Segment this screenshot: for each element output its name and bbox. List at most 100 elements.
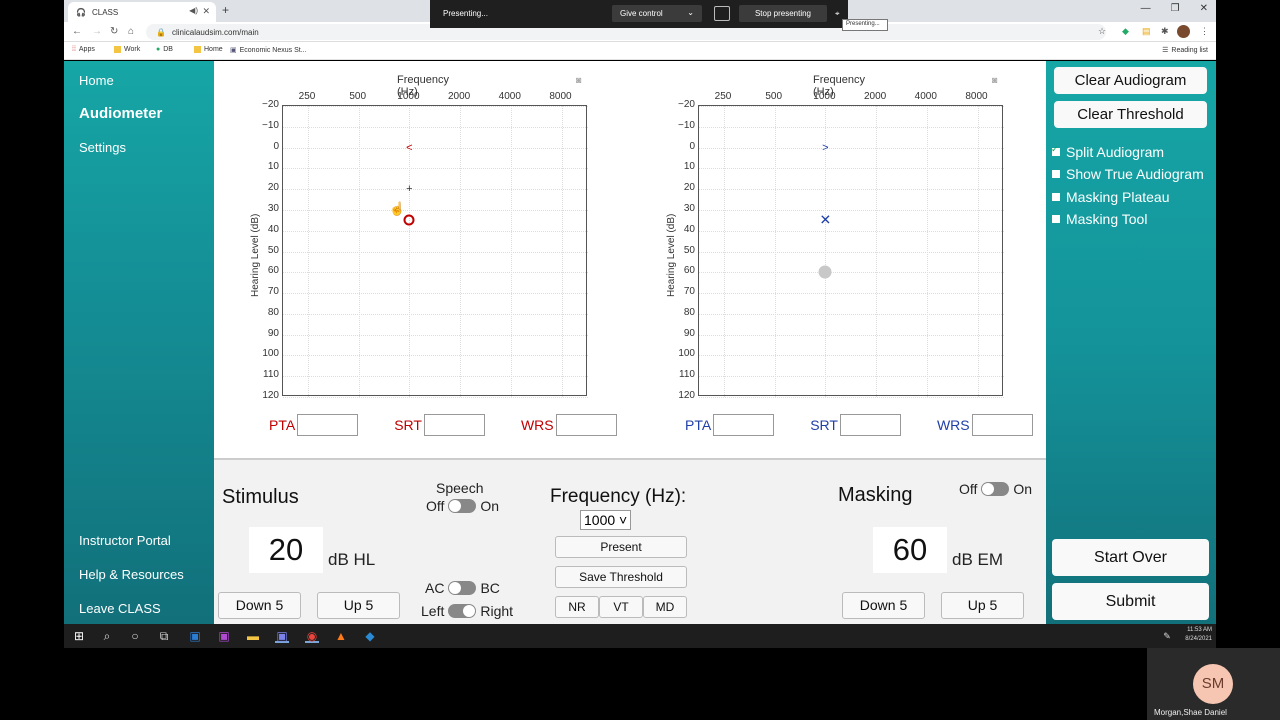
frequency-selected: 1000 — [584, 512, 616, 528]
sidebar-item-home[interactable]: Home — [79, 73, 114, 88]
vt-button[interactable]: VT — [599, 596, 643, 618]
sidebar-item-audiometer[interactable]: Audiometer — [79, 105, 162, 122]
masking-down-button[interactable]: Down 5 — [842, 592, 925, 619]
file-explorer-icon[interactable]: ▬ — [246, 629, 260, 643]
ac-bc-toggle[interactable] — [448, 581, 477, 595]
gridline — [283, 251, 588, 253]
option-masking-tool[interactable]: Masking Tool — [1052, 211, 1147, 227]
stimulus-down-button[interactable]: Down 5 — [218, 592, 301, 619]
audiogram-point[interactable] — [403, 214, 415, 226]
y-tick-label: 90 — [267, 327, 279, 339]
forward-icon[interactable]: → — [92, 26, 102, 37]
camera-icon[interactable]: ◙ — [576, 75, 581, 85]
audiogram-point[interactable]: ✕ — [820, 212, 832, 229]
start-over-button[interactable]: Start Over — [1052, 539, 1209, 576]
browser-tab[interactable]: 🎧 CLASS ◀) ✕ — [68, 2, 216, 22]
y-tick-label: 20 — [683, 182, 695, 194]
search-icon[interactable]: ⌕ — [100, 629, 114, 643]
md-button[interactable]: MD — [643, 596, 687, 618]
speech-off-label: Off — [426, 498, 445, 514]
srt-input-left[interactable] — [423, 414, 485, 436]
audiogram-point[interactable]: < — [406, 142, 412, 154]
frequency-select[interactable]: 1000 ˅ — [580, 510, 632, 530]
extension-icon[interactable]: ◆ — [1122, 26, 1129, 37]
reload-icon[interactable]: ↻ — [110, 26, 118, 37]
option-split-audiogram[interactable]: Split Audiogram — [1051, 144, 1164, 160]
transducer-row: AC BC — [425, 580, 500, 596]
stop-presenting-button[interactable]: Stop presenting — [739, 5, 827, 22]
vscode-icon[interactable]: ◆ — [363, 629, 377, 643]
pin-icon[interactable]: ⌖ — [835, 9, 840, 19]
bookmark-work[interactable]: Work — [114, 46, 140, 53]
gridline — [876, 106, 878, 397]
minimize-icon[interactable]: — — [1141, 3, 1151, 14]
bookmarks-bar: ⁞⁞ Apps Work ● DB Home ▣ Economic Nexus St.… — [64, 42, 1216, 60]
teams-icon[interactable]: ▣ — [275, 629, 289, 643]
home-icon[interactable]: ⌂ — [128, 26, 134, 37]
nr-button[interactable]: NR — [555, 596, 599, 618]
x-tick-label: 2000 — [447, 91, 471, 102]
close-tab-icon[interactable]: ✕ — [202, 6, 210, 17]
puzzle-icon[interactable]: ✱ — [1161, 26, 1169, 37]
wrs-input-right[interactable] — [971, 414, 1033, 436]
speech-toggle[interactable] — [448, 499, 477, 513]
system-clock[interactable]: 11:53 AM 8/24/2021 — [1185, 626, 1212, 644]
profile-avatar[interactable] — [1177, 25, 1190, 38]
cortana-icon[interactable]: ○ — [128, 629, 142, 643]
audiogram-point[interactable]: > — [822, 142, 828, 154]
close-window-icon[interactable]: ✕ — [1200, 3, 1208, 14]
frequency-title: Frequency (Hz): — [550, 486, 687, 507]
option-show-true-audiogram[interactable]: Show True Audiogram — [1052, 166, 1204, 182]
matlab-icon[interactable]: ▲ — [334, 629, 348, 643]
pta-input-left[interactable] — [297, 414, 359, 436]
clear-audiogram-button[interactable]: Clear Audiogram — [1054, 67, 1207, 94]
stimulus-up-button[interactable]: Up 5 — [317, 592, 400, 619]
bookmark-home[interactable]: Home — [194, 46, 223, 53]
save-threshold-button[interactable]: Save Threshold — [555, 566, 687, 588]
sidebar-item-instructor-portal[interactable]: Instructor Portal — [79, 533, 171, 548]
audiogram-point[interactable]: + — [406, 183, 412, 195]
chrome-icon[interactable]: ◉ — [305, 629, 319, 643]
new-tab-icon[interactable]: + — [222, 3, 229, 17]
ear-toggle[interactable] — [448, 604, 477, 618]
folder-icon — [194, 46, 201, 53]
camera-icon[interactable]: ◙ — [992, 75, 997, 85]
task-view-icon[interactable]: ⧉ — [157, 629, 171, 643]
outlook-icon[interactable]: ▣ — [188, 629, 202, 643]
submit-button[interactable]: Submit — [1052, 583, 1209, 620]
srt-input-right[interactable] — [839, 414, 901, 436]
bookmark-apps[interactable]: ⁞⁞ Apps — [72, 46, 95, 53]
sidebar-item-leave-class[interactable]: Leave CLASS — [79, 601, 161, 616]
share-screen-icon[interactable] — [714, 6, 730, 21]
pta-input-right[interactable] — [713, 414, 775, 436]
clear-threshold-button[interactable]: Clear Threshold — [1054, 101, 1207, 128]
x-tick-label: 500 — [765, 91, 783, 102]
audiogram-point[interactable] — [818, 265, 832, 279]
menu-icon[interactable]: ⋮ — [1200, 26, 1209, 37]
masking-up-button[interactable]: Up 5 — [941, 592, 1024, 619]
masking-toggle[interactable] — [981, 482, 1010, 496]
reading-list[interactable]: ☰ Reading list — [1162, 46, 1208, 55]
give-control-dropdown[interactable]: Give control ⌄ — [612, 5, 702, 22]
bookmark-economic-nexus[interactable]: ▣ Economic Nexus St... — [230, 46, 307, 55]
gridline — [699, 355, 1004, 357]
sidebar-item-help-resources[interactable]: Help & Resources — [79, 567, 184, 582]
windows-start-icon[interactable]: ⊞ — [72, 629, 86, 643]
control-panel: Stimulus 20 dB HL Down 5 Up 5 Speech Off… — [214, 458, 1046, 624]
bookmark-db[interactable]: ● DB — [156, 46, 173, 53]
audiogram-plot[interactable]: < + — [282, 105, 588, 398]
chevron-down-icon: ⌄ — [687, 8, 694, 17]
onenote-icon[interactable]: ▣ — [217, 629, 231, 643]
participant-video[interactable]: SM Morgan,Shae Daniel — [1147, 648, 1280, 720]
pen-icon[interactable]: ✎ — [1160, 629, 1174, 643]
audiogram-plot[interactable]: > ✕ — [698, 105, 1004, 398]
extension-icon-2[interactable]: ▤ — [1142, 26, 1151, 37]
sidebar-item-settings[interactable]: Settings — [79, 140, 126, 155]
present-button[interactable]: Present — [555, 536, 687, 558]
wrs-input-left[interactable] — [555, 414, 617, 436]
back-icon[interactable]: ← — [72, 26, 82, 37]
speaker-icon[interactable]: ◀) — [189, 6, 198, 15]
star-icon[interactable]: ☆ — [1098, 26, 1106, 37]
option-masking-plateau[interactable]: Masking Plateau — [1052, 189, 1170, 205]
restore-icon[interactable]: ❐ — [1171, 3, 1180, 14]
